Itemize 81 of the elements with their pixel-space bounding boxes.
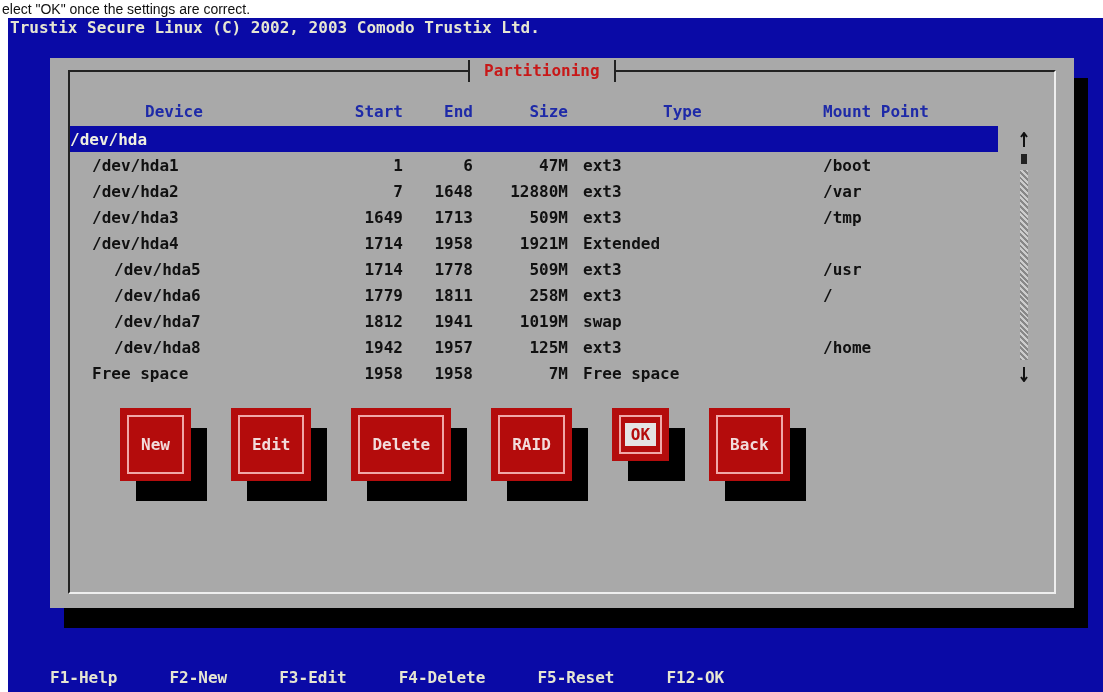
table-cell-text: ext3 (582, 285, 623, 305)
table-row[interactable]: /dev/hda3 1649 1713 509M ext3 /tmp (70, 204, 998, 230)
column-header: Mount Point (822, 101, 930, 121)
table-cell-text: Free space (91, 363, 190, 383)
key-hint: F4-Delete (398, 668, 486, 688)
table-cell-text: /var (822, 181, 863, 201)
table-cell-text: 509M (528, 207, 568, 227)
table-cell-text: 47M (538, 155, 568, 175)
table-cell-text: ext3 (582, 181, 623, 201)
scroll-thumb[interactable] (1021, 154, 1027, 164)
table-cell-text: 509M (528, 259, 568, 279)
table-row[interactable]: /dev/hda6 1779 1811 258M ext3 / (70, 282, 998, 308)
table-cell-text: 1941 (433, 311, 473, 331)
column-header: Device (144, 101, 204, 121)
table-cell-text: ext3 (582, 155, 623, 175)
table-cell-text: /dev/hda (70, 129, 149, 149)
table-cell-text: ext3 (582, 337, 623, 357)
table-row[interactable]: /dev/hda8 1942 1957 125M ext3 /home (70, 334, 998, 360)
table-cell-text: ext3 (582, 259, 623, 279)
table-cell-text: 1958 (363, 363, 403, 383)
table-cell-text: 1714 (363, 233, 403, 253)
table-cell-text: 6 (462, 155, 473, 175)
caption-text: elect "OK" once the settings are correct. (1, 0, 252, 18)
table-cell-text: Free space (582, 363, 681, 383)
table-cell-text: 1958 (433, 363, 473, 383)
table-cell-text: /dev/hda3 (91, 207, 180, 227)
table-row[interactable]: /dev/hda2 7 1648 12880M ext3 /var (70, 178, 998, 204)
table-row[interactable]: Free space 1958 1958 7M Free space (70, 360, 998, 386)
table-row[interactable]: /dev/hda7 1812 1941 1019M swap (70, 308, 998, 334)
table-cell-text: 1942 (363, 337, 403, 357)
table-cell-text: /dev/hda1 (91, 155, 180, 175)
table-cell-text: 1957 (433, 337, 473, 357)
table-cell-text: 1648 (433, 181, 473, 201)
table-cell-text: 1 (392, 155, 403, 175)
table-cell-text: /dev/hda7 (113, 311, 202, 331)
window-title: Trustix Secure Linux (C) 2002, 2003 Comodo Trustix Ltd. (9, 18, 541, 38)
table-row[interactable]: /dev/hda4 1714 1958 1921M Extended (70, 230, 998, 256)
table-cell-text: / (822, 285, 834, 305)
key-hint: F1-Help (50, 668, 118, 688)
table-cell-text: /dev/hda4 (91, 233, 180, 253)
scroll-down-icon[interactable] (1019, 366, 1029, 382)
key-hint: F12-OK (666, 668, 725, 688)
table-row[interactable]: /dev/hda5 1714 1778 509M ext3 /usr (70, 256, 998, 282)
table-cell-text: /dev/hda6 (113, 285, 202, 305)
table-cell-text: /usr (822, 259, 863, 279)
dialog-title: Partitioning (468, 60, 616, 82)
column-header: End (443, 101, 473, 121)
table-cell-text: 1812 (363, 311, 403, 331)
table-cell-text: 1714 (363, 259, 403, 279)
table-cell-text: /dev/hda2 (91, 181, 180, 201)
table-cell-text: 1811 (433, 285, 473, 305)
selected-row[interactable]: /dev/hda (70, 126, 998, 152)
table-cell-text: 12880M (509, 181, 568, 201)
table-cell-text: 1019M (518, 311, 568, 331)
table-cell-text: 1921M (518, 233, 568, 253)
table-cell-text: /home (822, 337, 873, 357)
table-cell-text: 1779 (363, 285, 403, 305)
key-hint: F3-Edit (279, 668, 347, 688)
column-header: Type (662, 101, 703, 121)
table-cell-text: 1778 (433, 259, 473, 279)
scroll-up-icon[interactable] (1019, 132, 1029, 148)
table-cell-text: 7 (392, 181, 403, 201)
table-cell-text: Extended (582, 233, 662, 253)
table-cell-text: 7M (547, 363, 568, 383)
table-cell-text: 1649 (363, 207, 403, 227)
column-header: Start (353, 101, 403, 121)
table-cell-text: /dev/hda5 (113, 259, 202, 279)
table-cell-text: 1958 (433, 233, 473, 253)
table-cell-text: 1713 (433, 207, 473, 227)
table-cell-text: /tmp (822, 207, 863, 227)
table-cell-text: /dev/hda8 (113, 337, 202, 357)
scroll-track[interactable] (1020, 170, 1028, 360)
table-cell-text: ext3 (582, 207, 623, 227)
key-hint: F2-New (169, 668, 228, 688)
column-header: Size (528, 101, 568, 121)
table-cell-text: /boot (822, 155, 873, 175)
key-hint: F5-Reset (537, 668, 615, 688)
table-cell-text: 125M (528, 337, 568, 357)
table-cell-text: swap (582, 311, 623, 331)
table-row[interactable]: /dev/hda1 1 6 47M ext3 /boot (70, 152, 998, 178)
table-cell-text: 258M (528, 285, 568, 305)
